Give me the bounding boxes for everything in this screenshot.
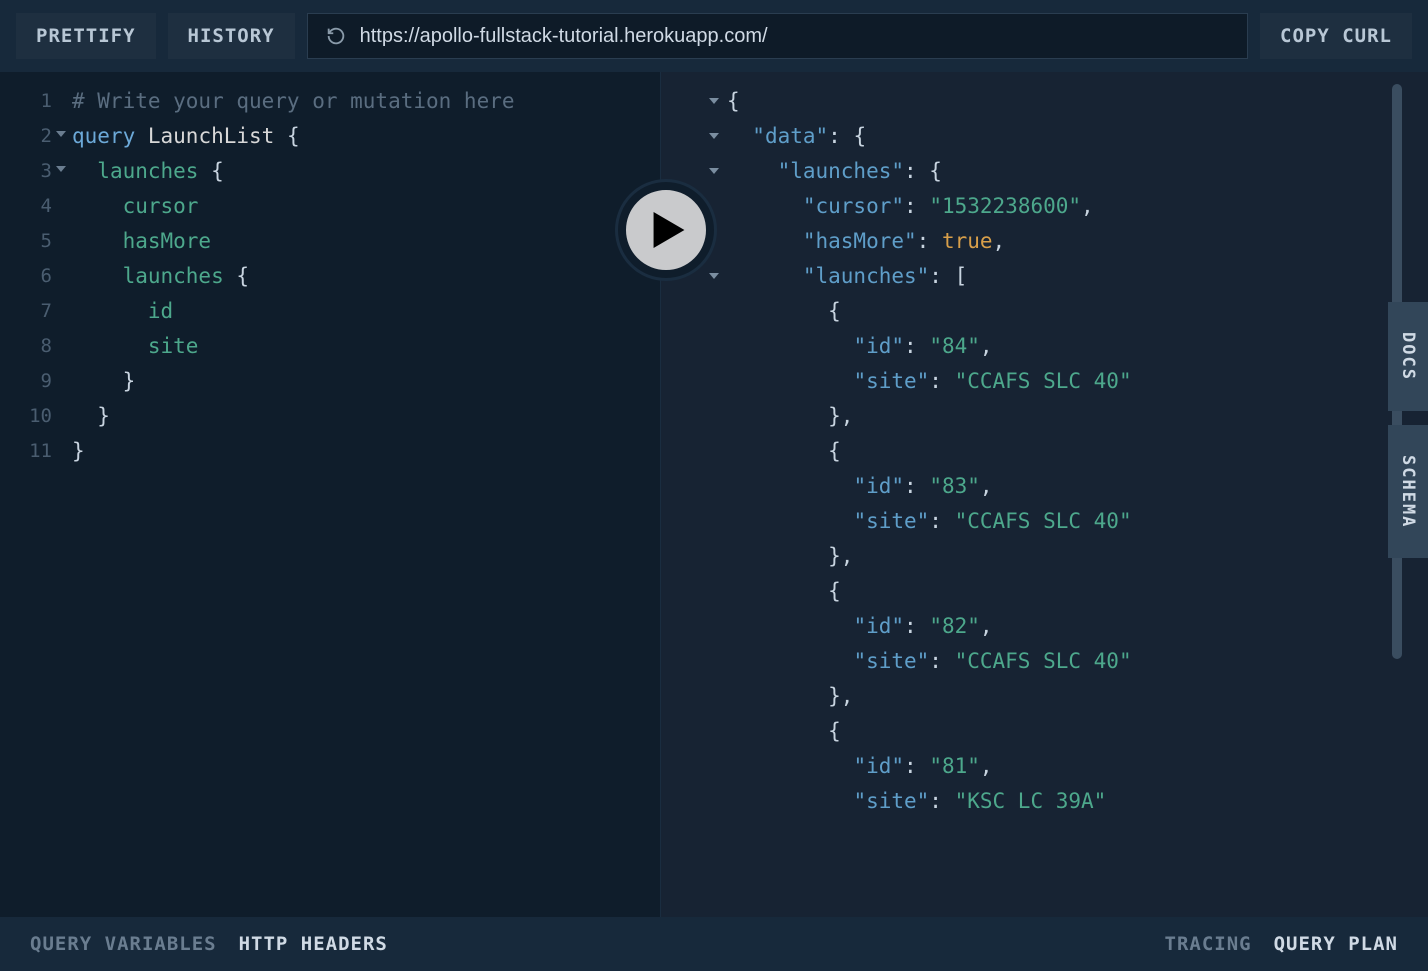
refresh-icon[interactable] xyxy=(324,24,348,48)
fold-arrow-icon[interactable] xyxy=(709,98,719,104)
fold-arrow-icon[interactable] xyxy=(709,273,719,279)
line-number: 9 xyxy=(0,364,52,399)
line-number: 8 xyxy=(0,329,52,364)
result-panel: { "data": { "launches": { "cursor": "153… xyxy=(660,72,1428,917)
url-input-wrapper xyxy=(307,13,1248,59)
line-number: 7 xyxy=(0,294,52,329)
line-number: 3 xyxy=(0,154,52,189)
docs-tab[interactable]: DOCS xyxy=(1388,302,1428,411)
query-plan-tab[interactable]: QUERY PLAN xyxy=(1274,933,1398,955)
schema-tab[interactable]: SCHEMA xyxy=(1388,425,1428,558)
endpoint-url-input[interactable] xyxy=(360,25,1231,48)
bottom-bar: QUERY VARIABLES HTTP HEADERS TRACING QUE… xyxy=(0,917,1428,971)
toolbar: PRETTIFY HISTORY COPY CURL xyxy=(0,0,1428,72)
response-json[interactable]: { "data": { "launches": { "cursor": "153… xyxy=(661,84,1428,819)
history-button[interactable]: HISTORY xyxy=(168,13,295,59)
line-number: 6 xyxy=(0,259,52,294)
query-editor-panel[interactable]: 1 2 3 4 5 6 7 8 9 10 11 # Write your que… xyxy=(0,72,660,917)
query-code[interactable]: # Write your query or mutation here quer… xyxy=(0,84,660,469)
http-headers-tab[interactable]: HTTP HEADERS xyxy=(239,933,388,955)
fold-arrow-icon[interactable] xyxy=(56,131,66,137)
line-number-gutter: 1 2 3 4 5 6 7 8 9 10 11 xyxy=(0,84,60,469)
prettify-button[interactable]: PRETTIFY xyxy=(16,13,156,59)
line-number: 4 xyxy=(0,189,52,224)
line-number: 2 xyxy=(0,119,52,154)
line-number: 5 xyxy=(0,224,52,259)
fold-arrow-icon[interactable] xyxy=(709,133,719,139)
side-tabs: DOCS SCHEMA xyxy=(1388,302,1428,558)
fold-arrow-icon[interactable] xyxy=(709,168,719,174)
line-number: 10 xyxy=(0,399,52,434)
execute-query-button[interactable] xyxy=(618,182,714,278)
line-number: 1 xyxy=(0,84,52,119)
copy-curl-button[interactable]: COPY CURL xyxy=(1260,13,1412,59)
fold-arrow-icon[interactable] xyxy=(56,166,66,172)
tracing-tab[interactable]: TRACING xyxy=(1165,933,1252,955)
line-number: 11 xyxy=(0,434,52,469)
main-area: 1 2 3 4 5 6 7 8 9 10 11 # Write your que… xyxy=(0,72,1428,917)
query-variables-tab[interactable]: QUERY VARIABLES xyxy=(30,933,217,955)
